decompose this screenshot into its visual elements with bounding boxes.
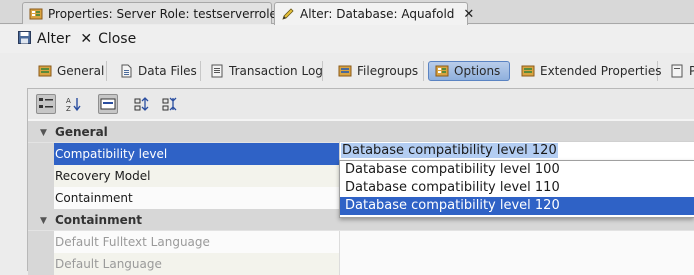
collapse-all-button[interactable] xyxy=(160,94,180,114)
row-gutter xyxy=(28,143,54,165)
tab-filegroups[interactable]: Filegroups xyxy=(332,61,424,81)
row-default-fulltext-language[interactable]: Default Fulltext Language xyxy=(28,231,694,253)
row-gutter xyxy=(28,187,54,209)
svg-text:A: A xyxy=(66,97,71,105)
tab-extended-properties[interactable]: Extended Properties xyxy=(515,61,662,81)
row-gutter xyxy=(28,253,54,275)
filegroups-icon xyxy=(338,64,352,78)
tab-label: Data Files xyxy=(138,64,197,78)
categorized-icon xyxy=(39,98,53,108)
categorized-view-button[interactable] xyxy=(36,94,56,114)
tab-data-files[interactable]: Data Files xyxy=(113,61,201,81)
property-value xyxy=(339,253,694,275)
dropdown-option[interactable]: Database compatibility level 100 xyxy=(340,161,694,179)
tab-general[interactable]: General xyxy=(32,61,107,81)
tab-label: General xyxy=(57,64,105,78)
close-icon[interactable]: ✕ xyxy=(463,7,474,22)
tab-pr[interactable]: Pr xyxy=(664,61,694,81)
properties-icon xyxy=(38,64,52,78)
dropdown-option[interactable]: Database compatibility level 110 xyxy=(340,179,694,197)
sort-alphabetical-button[interactable]: AZ xyxy=(64,94,84,114)
dropdown-option[interactable]: Database compatibility level 120 xyxy=(340,197,694,215)
permissions-icon xyxy=(670,64,684,78)
close-button[interactable]: ✕ Close xyxy=(80,31,136,47)
editor-tab-bar: Properties: Server Role: testserverrole … xyxy=(0,0,694,25)
category-label: General xyxy=(55,125,108,139)
collapse-triangle-icon[interactable]: ▼ xyxy=(40,128,47,138)
alter-button[interactable]: Alter xyxy=(18,30,71,48)
description-icon xyxy=(100,98,116,110)
category-general[interactable]: ▼ General xyxy=(28,121,694,143)
editor-toolbar: Alter ✕ Close xyxy=(0,25,694,53)
row-gutter xyxy=(28,165,54,187)
file-icon xyxy=(119,64,133,78)
tab-properties-server-role[interactable]: Properties: Server Role: testserverrole … xyxy=(22,2,297,24)
tab-label: Pr xyxy=(689,64,694,78)
compatibility-level-combo[interactable]: Database compatibility level 120 xyxy=(339,141,694,161)
tab-label: Properties: Server Role: testserverrole xyxy=(48,6,277,21)
tab-alter-database[interactable]: Alter: Database: Aquafold ✕ xyxy=(274,2,474,25)
svg-text:Z: Z xyxy=(66,105,71,112)
compatibility-level-dropdown[interactable]: Database compatibility level 100 Databas… xyxy=(339,160,694,218)
tab-label: Alter: Database: Aquafold xyxy=(300,7,455,21)
description-button[interactable] xyxy=(98,94,118,114)
expand-all-icon xyxy=(134,97,149,111)
category-label: Containment xyxy=(55,213,143,227)
log-icon xyxy=(210,64,224,78)
page-tab-bar: General Data Files Transaction Log Fileg… xyxy=(0,58,694,83)
properties-icon xyxy=(29,7,43,21)
properties-icon xyxy=(521,64,535,78)
property-value xyxy=(339,231,694,253)
collapse-triangle-icon[interactable]: ▼ xyxy=(40,216,47,226)
close-label: Close xyxy=(98,31,137,47)
tab-options[interactable]: Options xyxy=(428,61,510,81)
options-icon xyxy=(435,64,449,78)
sort-az-icon: AZ xyxy=(66,97,81,112)
expand-all-button[interactable] xyxy=(132,94,152,114)
property-name: Default Fulltext Language xyxy=(54,231,339,253)
tab-label: Transaction Log xyxy=(229,64,323,78)
combo-value: Database compatibility level 120 xyxy=(341,143,558,158)
tab-transaction-log[interactable]: Transaction Log xyxy=(204,61,323,81)
row-default-language[interactable]: Default Language xyxy=(28,253,694,275)
row-gutter xyxy=(28,231,54,253)
tab-label: Extended Properties xyxy=(540,64,662,78)
property-name: Recovery Model xyxy=(54,165,339,187)
collapse-all-icon xyxy=(162,97,177,111)
property-name: Default Language xyxy=(54,253,339,275)
save-icon xyxy=(18,30,31,48)
alter-label: Alter xyxy=(37,31,71,47)
pencil-icon xyxy=(281,7,295,21)
property-toolbar: AZ xyxy=(28,89,694,119)
tab-label: Options xyxy=(454,64,501,78)
property-name: Containment xyxy=(54,187,339,209)
close-icon: ✕ xyxy=(80,31,93,47)
property-name: Compatibility level xyxy=(54,143,339,165)
tab-label: Filegroups xyxy=(357,64,419,78)
